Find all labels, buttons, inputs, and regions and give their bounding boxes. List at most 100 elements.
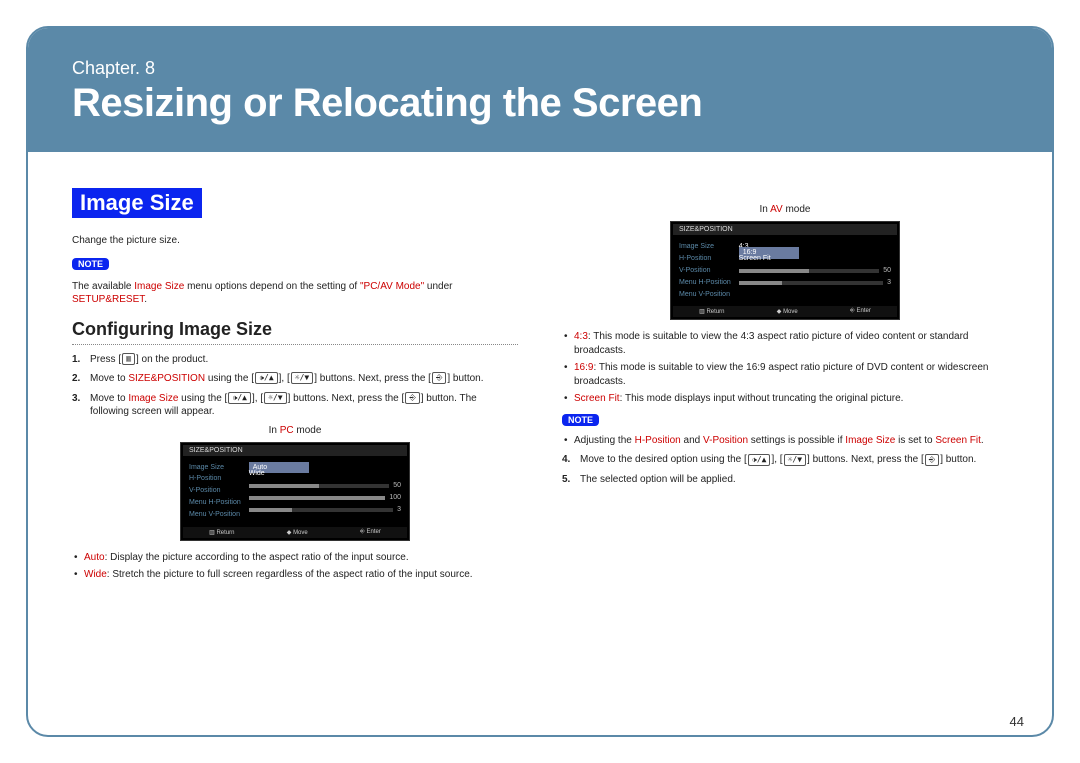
vol-up-icon: 🕩/▲ xyxy=(255,372,278,384)
osd-val: 3 xyxy=(397,504,401,516)
t: is set to xyxy=(895,435,935,446)
t: . xyxy=(144,294,147,305)
step-num: 5. xyxy=(562,473,576,487)
t: In xyxy=(760,204,771,215)
right-column: In AV mode SIZE&POSITION Image Size H-Po… xyxy=(562,198,1008,586)
osd-option: Wide xyxy=(249,468,265,480)
t: Move to xyxy=(90,373,128,384)
vol-up-icon: 🕩/▲ xyxy=(228,392,251,404)
osd-label: Image Size xyxy=(679,241,731,253)
t: 4:3 xyxy=(574,331,588,342)
step-text: Press [▥] on the product. xyxy=(90,353,208,367)
t: ], [ xyxy=(279,373,290,384)
note2-list: Adjusting the H-Position and V-Position … xyxy=(562,434,1008,448)
osd-label: H-Position xyxy=(189,473,241,485)
t: : This mode is suitable to view the 16:9… xyxy=(574,362,988,387)
chapter-label: Chapter. 8 xyxy=(72,58,1008,79)
av-mode-label: In AV mode xyxy=(562,204,1008,215)
steps-list-continued: 4. Move to the desired option using the … xyxy=(562,453,1008,486)
t: 16:9 xyxy=(574,362,593,373)
t: Screen Fit xyxy=(935,435,981,446)
osd-val: 50 xyxy=(393,480,401,492)
t: In xyxy=(269,425,280,436)
t: "PC/AV Mode" xyxy=(360,281,424,292)
step-num: 4. xyxy=(562,453,576,467)
t: : This mode is suitable to view the 4:3 … xyxy=(574,331,969,356)
t: . xyxy=(981,435,984,446)
t: ] button. xyxy=(940,454,976,465)
av-mode-bullets: 4:3: This mode is suitable to view the 4… xyxy=(562,330,1008,406)
menu-icon: ▥ xyxy=(122,353,135,365)
t: mode xyxy=(783,204,811,215)
osd-slider xyxy=(249,484,389,488)
left-column: Image Size Change the picture size. NOTE… xyxy=(72,188,518,586)
step-text: Move to the desired option using the [🕩/… xyxy=(580,453,976,467)
step-num: 2. xyxy=(72,372,86,386)
t: SIZE&POSITION xyxy=(128,373,205,384)
t: ] on the product. xyxy=(136,354,208,365)
t: mode xyxy=(294,425,322,436)
steps-list: 1. Press [▥] on the product. 2. Move to … xyxy=(72,353,518,419)
t: : Stretch the picture to full screen reg… xyxy=(107,569,473,580)
enter-icon: ⎆ xyxy=(432,372,446,384)
osd-labels: Image Size H-Position V-Position Menu H-… xyxy=(679,241,731,300)
osd-foot-item: ⎆ Enter xyxy=(850,308,871,315)
t: : Display the picture according to the a… xyxy=(105,552,409,563)
osd-label: Image Size xyxy=(189,462,241,474)
osd-body: Image Size H-Position V-Position Menu H-… xyxy=(183,456,407,523)
osd-label: Menu H-Position xyxy=(679,277,731,289)
bullet-wide: Wide: Stretch the picture to full screen… xyxy=(72,568,518,582)
t: and xyxy=(681,435,703,446)
bullet-screen-fit: Screen Fit: This mode displays input wit… xyxy=(562,392,1008,406)
step-2: 2. Move to SIZE&POSITION using the [🕩/▲]… xyxy=(72,372,518,386)
osd-foot-item: ▥ Return xyxy=(209,529,234,536)
osd-slider xyxy=(739,269,879,273)
bright-down-icon: ☼/▼ xyxy=(264,392,286,404)
step-3: 3. Move to Image Size using the [🕩/▲], [… xyxy=(72,392,518,419)
t: SETUP&RESET xyxy=(72,294,144,305)
page-number: 44 xyxy=(1010,714,1024,729)
t: ] buttons. Next, press the [ xyxy=(807,454,924,465)
osd-av-mode: SIZE&POSITION Image Size H-Position V-Po… xyxy=(670,221,900,320)
t: ] buttons. Next, press the [ xyxy=(314,373,431,384)
t: Move to xyxy=(90,393,128,404)
osd-footer: ▥ Return ◆ Move ⎆ Enter xyxy=(183,527,407,538)
osd-option: Screen Fit xyxy=(739,253,771,265)
osd-label: V-Position xyxy=(189,485,241,497)
pc-mode-bullets: Auto: Display the picture according to t… xyxy=(72,551,518,582)
note-badge: NOTE xyxy=(72,258,109,270)
t: Wide xyxy=(84,569,107,580)
osd-foot-item: ◆ Move xyxy=(777,308,798,315)
enter-icon: ⎆ xyxy=(405,392,419,404)
t: settings is possible if xyxy=(748,435,845,446)
step-text: Move to Image Size using the [🕩/▲], [☼/▼… xyxy=(90,392,518,419)
osd-label: Menu H-Position xyxy=(189,497,241,509)
osd-label: H-Position xyxy=(679,253,731,265)
t: menu options depend on the setting of xyxy=(184,281,360,292)
osd-val: 100 xyxy=(389,492,401,504)
t: V-Position xyxy=(703,435,748,446)
osd-slider xyxy=(249,496,386,500)
section-badge-image-size: Image Size xyxy=(72,188,202,218)
t: Image Size xyxy=(134,281,184,292)
t: ], [ xyxy=(771,454,782,465)
t: H-Position xyxy=(635,435,681,446)
osd-foot-item: ◆ Move xyxy=(287,529,308,536)
chapter-header: Chapter. 8 Resizing or Relocating the Sc… xyxy=(28,28,1052,152)
t: under xyxy=(424,281,452,292)
osd-values: 4:3 16:9 Screen Fit 50 3 xyxy=(739,241,891,300)
osd-footer: ▥ Return ◆ Move ⎆ Enter xyxy=(673,306,897,317)
bullet-auto: Auto: Display the picture according to t… xyxy=(72,551,518,565)
osd-foot-item: ▥ Return xyxy=(699,308,724,315)
t: : This mode displays input without trunc… xyxy=(620,393,904,404)
t: The available xyxy=(72,281,134,292)
osd-val: 50 xyxy=(883,265,891,277)
t: using the [ xyxy=(178,393,227,404)
step-4: 4. Move to the desired option using the … xyxy=(562,453,1008,467)
t: ] buttons. Next, press the [ xyxy=(288,393,405,404)
t: Screen Fit xyxy=(574,393,620,404)
t: ], [ xyxy=(252,393,263,404)
t: Move to the desired option using the [ xyxy=(580,454,747,465)
bright-down-icon: ☼/▼ xyxy=(784,454,806,466)
osd-labels: Image Size H-Position V-Position Menu H-… xyxy=(189,462,241,521)
